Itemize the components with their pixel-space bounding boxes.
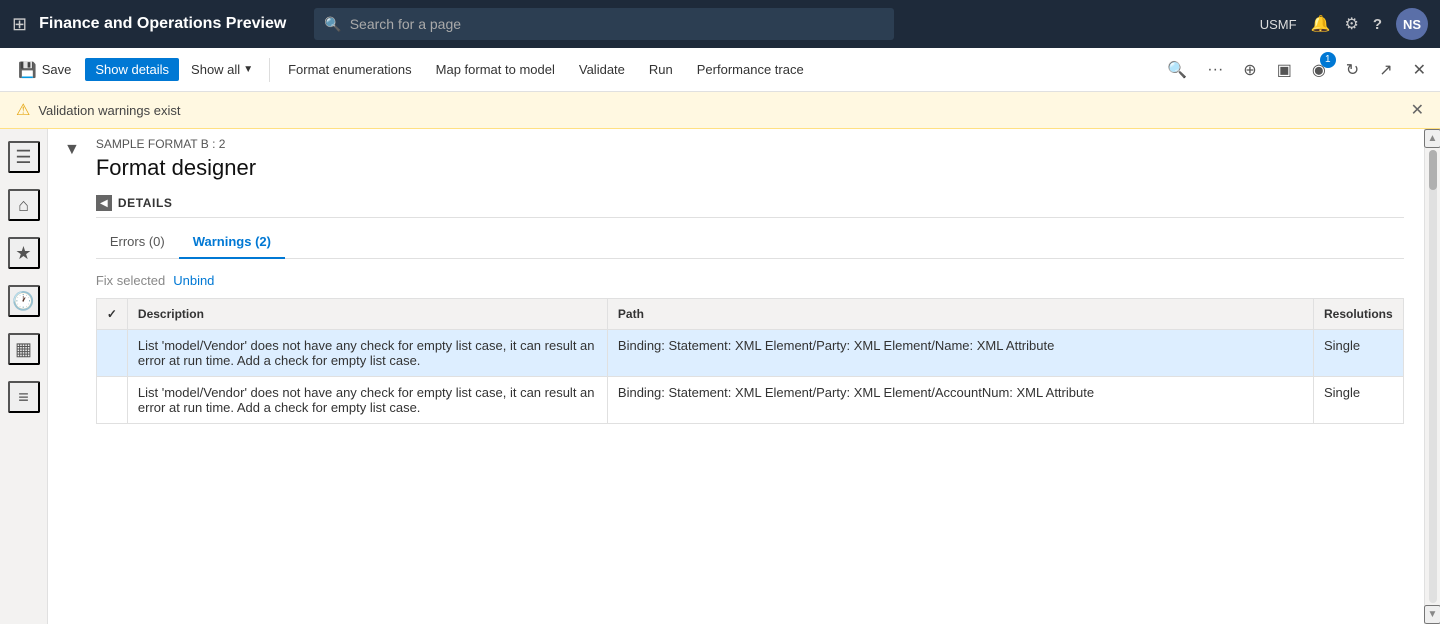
layout-button[interactable]: ▣: [1271, 56, 1298, 84]
table-row[interactable]: List 'model/Vendor' does not have any ch…: [96, 330, 1403, 377]
search-icon: 🔍: [324, 16, 341, 33]
warning-icon: ⚠: [16, 100, 30, 120]
search-input[interactable]: [350, 16, 885, 32]
fd-actions: Fix selected Unbind: [96, 259, 1404, 298]
show-all-chevron-icon: ▼: [243, 64, 253, 75]
col-description: Description: [127, 299, 607, 330]
row1-resolution: Single: [1314, 330, 1404, 377]
settings-icon[interactable]: ⚙: [1344, 14, 1358, 34]
row2-path: Binding: Statement: XML Element/Party: X…: [607, 377, 1313, 424]
scrollbar-track[interactable]: [1429, 150, 1437, 603]
unbind-button[interactable]: Unbind: [173, 269, 214, 292]
map-format-button[interactable]: Map format to model: [426, 58, 565, 81]
more-options-button[interactable]: ···: [1201, 57, 1229, 83]
details-section: ◀ DETAILS Errors (0) Warnings (2) Fix se…: [88, 189, 1412, 424]
col-path: Path: [607, 299, 1313, 330]
tab-warnings[interactable]: Warnings (2): [179, 226, 285, 259]
show-all-button[interactable]: Show all ▼: [183, 58, 261, 81]
scrollbar-thumb[interactable]: [1429, 150, 1437, 190]
fd-table-wrapper: ✓ Description Path Resolutions List 'mod…: [96, 298, 1404, 424]
toolbar-separator-1: [269, 58, 270, 82]
close-button[interactable]: ✕: [1407, 56, 1432, 84]
grid-icon[interactable]: ⊞: [12, 14, 27, 35]
share-button[interactable]: ↗: [1373, 56, 1398, 84]
warning-close-button[interactable]: ✕: [1411, 100, 1424, 120]
show-details-button[interactable]: Show details: [85, 58, 179, 81]
details-label: DETAILS: [118, 196, 173, 210]
sidebar-favorites-icon[interactable]: ★: [8, 237, 40, 269]
help-icon[interactable]: ?: [1373, 16, 1382, 33]
toolbar-right-icons: 🔍 ··· ⊕ ▣ ◉ 1 ↻ ↗ ✕: [1161, 56, 1432, 84]
scrollbar-down-button[interactable]: ▼: [1424, 605, 1440, 624]
save-icon: 💾: [18, 61, 37, 79]
warning-text: Validation warnings exist: [38, 103, 1402, 118]
fix-selected-button: Fix selected: [96, 269, 165, 292]
scrollbar: ▲ ▼: [1424, 129, 1440, 624]
warning-banner: ⚠ Validation warnings exist ✕: [0, 92, 1440, 129]
row1-path: Binding: Statement: XML Element/Party: X…: [607, 330, 1313, 377]
search-bar[interactable]: 🔍: [314, 8, 894, 40]
row1-description: List 'model/Vendor' does not have any ch…: [127, 330, 607, 377]
scrollbar-up-button[interactable]: ▲: [1424, 129, 1440, 148]
sidebar-menu-button[interactable]: ☰: [8, 141, 40, 173]
sidebar-modules-icon[interactable]: ≡: [8, 381, 40, 413]
top-nav-right: USMF 🔔 ⚙ ? NS: [1260, 8, 1428, 40]
row2-description: List 'model/Vendor' does not have any ch…: [127, 377, 607, 424]
main-layout: ☰ ⌂ ★ 🕐 ▦ ≡ ▼ SAMPLE FORMAT B : 2 Format…: [0, 129, 1440, 624]
bell-icon[interactable]: 🔔: [1311, 14, 1331, 34]
app-title: Finance and Operations Preview: [39, 15, 286, 33]
performance-trace-button[interactable]: Performance trace: [687, 58, 814, 81]
fd-header: SAMPLE FORMAT B : 2 Format designer: [88, 137, 1412, 189]
pinned-icon-button[interactable]: ⊕: [1237, 56, 1262, 84]
run-button[interactable]: Run: [639, 58, 683, 81]
table-row[interactable]: List 'model/Vendor' does not have any ch…: [96, 377, 1403, 424]
left-sidebar: ☰ ⌂ ★ 🕐 ▦ ≡: [0, 129, 48, 624]
top-navigation: ⊞ Finance and Operations Preview 🔍 USMF …: [0, 0, 1440, 48]
save-button[interactable]: 💾 Save: [8, 57, 81, 83]
avatar[interactable]: NS: [1396, 8, 1428, 40]
tab-errors[interactable]: Errors (0): [96, 226, 179, 259]
sidebar-workspaces-icon[interactable]: ▦: [8, 333, 40, 365]
table-header-row: ✓ Description Path Resolutions: [96, 299, 1403, 330]
toolbar: 💾 Save Show details Show all ▼ Format en…: [0, 48, 1440, 92]
search-toolbar-button[interactable]: 🔍: [1161, 56, 1193, 84]
sidebar-recent-icon[interactable]: 🕐: [8, 285, 40, 317]
sidebar-home-icon[interactable]: ⌂: [8, 189, 40, 221]
format-designer-title: Format designer: [96, 155, 1404, 181]
row2-check: [96, 377, 127, 424]
details-collapse-icon: ◀: [96, 195, 112, 211]
notification-badge: 1: [1320, 52, 1336, 68]
details-header[interactable]: ◀ DETAILS: [96, 189, 1404, 218]
username-label: USMF: [1260, 17, 1297, 32]
row1-check: [96, 330, 127, 377]
fd-tabs: Errors (0) Warnings (2): [96, 226, 1404, 259]
sample-format-label: SAMPLE FORMAT B : 2: [96, 137, 1404, 151]
content-area: ▼ SAMPLE FORMAT B : 2 Format designer ◀ …: [48, 129, 1424, 624]
format-enumerations-button[interactable]: Format enumerations: [278, 58, 422, 81]
warnings-table: ✓ Description Path Resolutions List 'mod…: [96, 298, 1404, 424]
refresh-button[interactable]: ↻: [1340, 56, 1365, 84]
col-resolutions: Resolutions: [1314, 299, 1404, 330]
row2-resolution: Single: [1314, 377, 1404, 424]
filter-button[interactable]: ▼: [60, 137, 84, 163]
badge-button-container: ◉ 1: [1306, 56, 1332, 84]
validate-button[interactable]: Validate: [569, 58, 635, 81]
col-check: ✓: [96, 299, 127, 330]
